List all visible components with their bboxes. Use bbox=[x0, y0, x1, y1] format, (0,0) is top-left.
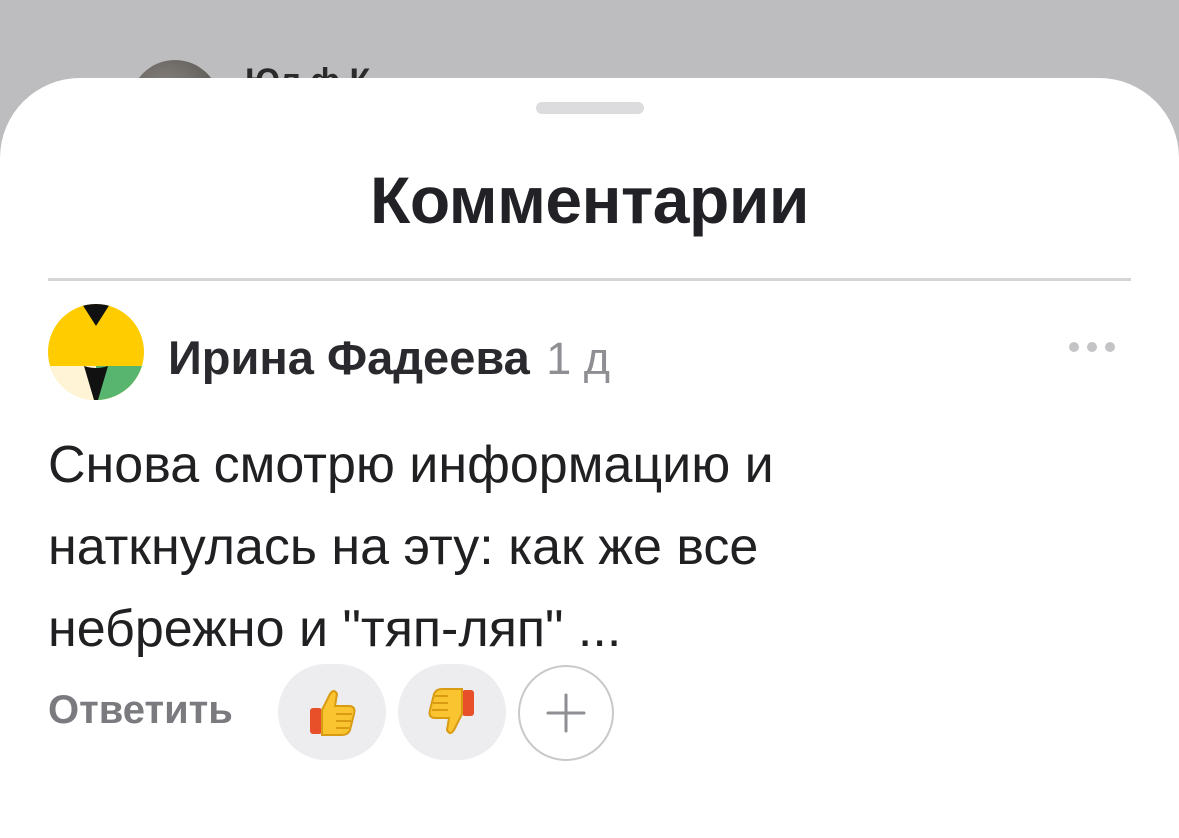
more-dots-icon[interactable] bbox=[1069, 336, 1115, 356]
add-reaction-button[interactable] bbox=[518, 665, 614, 761]
plus-icon bbox=[546, 693, 586, 733]
thumbs-up-icon bbox=[310, 690, 356, 736]
sheet-grabber-handle[interactable] bbox=[536, 102, 644, 114]
sheet-title: Комментарии bbox=[370, 163, 809, 237]
background-content: Юл ф К bbox=[0, 0, 1179, 150]
dislike-button[interactable] bbox=[398, 664, 506, 760]
more-dot bbox=[1069, 342, 1079, 352]
comment-text: Снова смотрю информацию и наткнулась на … bbox=[48, 436, 774, 658]
more-dot bbox=[1105, 342, 1115, 352]
comment-header: Ирина Фадеева 1 д bbox=[168, 330, 610, 385]
more-dot bbox=[1087, 342, 1097, 352]
author-name[interactable]: Ирина Фадеева bbox=[168, 331, 530, 384]
avatar-icon bbox=[48, 304, 144, 400]
thumbs-down-icon bbox=[428, 688, 474, 734]
comment-age: 1 д bbox=[546, 333, 610, 384]
divider bbox=[48, 278, 1131, 281]
avatar[interactable] bbox=[48, 304, 144, 400]
like-button[interactable] bbox=[278, 664, 386, 760]
reply-button[interactable]: Ответить bbox=[48, 688, 233, 733]
comment-actions: Ответить bbox=[48, 664, 1131, 761]
comments-sheet: Комментарии Ирина Фадеева 1 д Снова смот… bbox=[0, 78, 1179, 838]
